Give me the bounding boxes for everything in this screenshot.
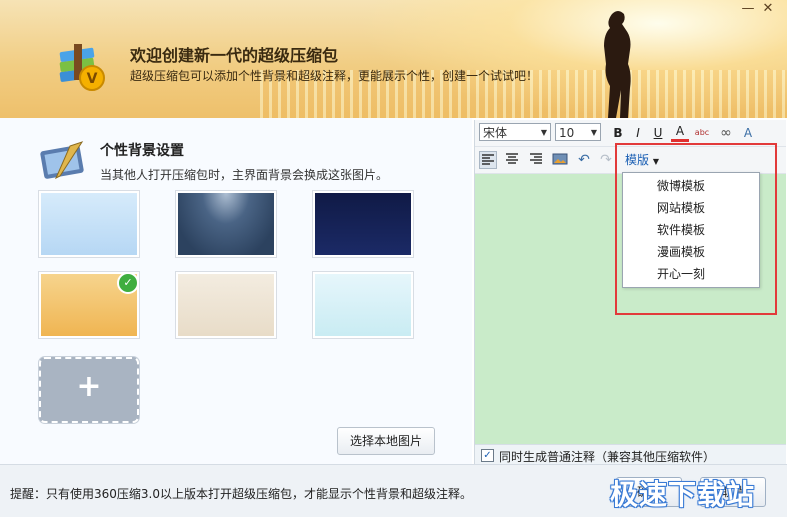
background-thumbnail-beige[interactable] [176, 272, 276, 338]
section-title: 个性背景设置 [100, 143, 184, 159]
template-item-comic[interactable]: 漫画模板 [623, 241, 759, 263]
align-right-button[interactable] [527, 151, 545, 169]
background-thumbnail-light-blue[interactable] [39, 191, 139, 257]
align-left-icon [482, 154, 494, 165]
header-title: 欢迎创建新一代的超级压缩包 [130, 46, 339, 65]
template-item-fun[interactable]: 开心一刻 [623, 263, 759, 285]
align-center-button[interactable] [503, 151, 521, 169]
italic-button[interactable]: I [629, 124, 647, 142]
bold-button[interactable]: B [609, 124, 627, 142]
selected-check-icon: ✓ [117, 272, 139, 294]
section-description: 当其他人打开压缩包时，主界面背景会换成这张图片。 [100, 168, 389, 182]
font-color-button[interactable]: A [671, 124, 689, 142]
undo-button[interactable]: ↶ [575, 151, 593, 169]
spellcheck-button[interactable]: abc [693, 124, 711, 142]
redo-button[interactable]: ↷ [597, 151, 615, 169]
footer-tip: 提醒：只有使用360压缩3.0以上版本打开超级压缩包，才能显示个性背景和超级注释… [10, 487, 472, 501]
choose-local-image-button[interactable]: 选择本地图片 [337, 427, 435, 455]
couple-silhouette-image [604, 11, 631, 118]
template-item-weibo[interactable]: 微博模板 [623, 175, 759, 197]
font-family-value: 宋体 [483, 126, 508, 140]
dropdown-arrow-icon: ▼ [590, 128, 597, 137]
background-thumbnail-dark-navy[interactable] [313, 191, 413, 257]
font-family-select[interactable]: 宋体 ▼ [479, 123, 551, 141]
clear-format-button[interactable]: A [739, 124, 757, 142]
undo-icon: ↶ [578, 152, 590, 168]
insert-image-button[interactable] [551, 151, 569, 169]
minimize-button[interactable]: — [740, 2, 756, 16]
template-item-website[interactable]: 网站模板 [623, 197, 759, 219]
dropdown-arrow-icon: ▼ [540, 128, 547, 137]
plus-icon: + [76, 369, 102, 404]
plain-note-option: ✓ 同时生成普通注释（兼容其他压缩软件） [475, 444, 786, 465]
image-icon [552, 153, 568, 165]
background-thumbnail-orange-sunset[interactable]: ✓ [39, 272, 139, 338]
font-size-value: 10 [559, 126, 575, 140]
underline-button[interactable]: U [649, 124, 667, 142]
archive-app-logo-icon: V [59, 44, 105, 91]
background-thumbnail-light-cyan[interactable] [313, 272, 413, 338]
link-button[interactable]: ∞ [717, 124, 735, 142]
background-thumbnail-night-blue[interactable] [176, 191, 276, 257]
svg-text:V: V [87, 71, 98, 87]
align-right-icon [530, 153, 542, 164]
close-button[interactable]: ✕ [760, 2, 776, 16]
footer-bar: 提醒：只有使用360压缩3.0以上版本打开超级压缩包，才能显示个性背景和超级注释… [0, 464, 787, 517]
align-left-button[interactable] [479, 151, 497, 169]
template-item-software[interactable]: 软件模板 [623, 219, 759, 241]
site-watermark: 极速下载站 [610, 478, 756, 511]
font-size-select[interactable]: 10 ▼ [555, 123, 601, 141]
plain-note-label: 同时生成普通注释（兼容其他压缩软件） [499, 450, 716, 464]
align-center-icon [506, 153, 518, 164]
header-subtitle: 超级压缩包可以添加个性背景和超级注释，更能展示个性，创建一个试试吧！ [130, 69, 539, 83]
add-background-button[interactable]: + [39, 357, 139, 423]
header-banner: V 欢迎创建新一代的超级压缩包 超级压缩包可以添加个性背景和超级注释，更能展示个… [0, 0, 787, 118]
background-picture-icon [40, 141, 84, 180]
redo-icon: ↷ [600, 152, 612, 168]
plain-note-checkbox[interactable]: ✓ [481, 449, 494, 462]
template-dropdown-menu: 微博模板 网站模板 软件模板 漫画模板 开心一刻 [622, 172, 760, 288]
